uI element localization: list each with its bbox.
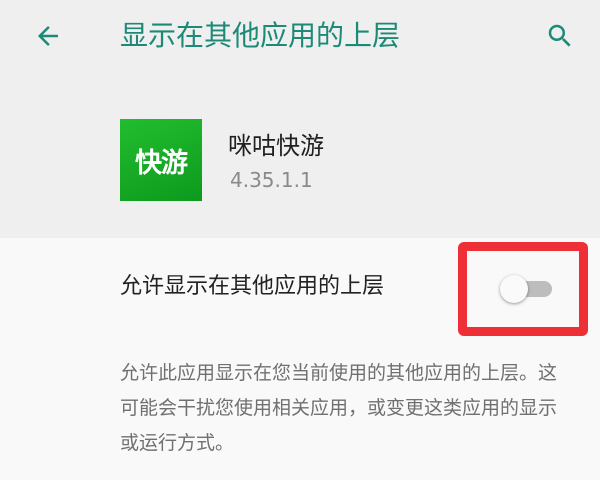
permission-toggle-row[interactable]: 允许显示在其他应用的上层: [0, 238, 600, 336]
search-icon: [548, 24, 571, 47]
app-bar: 显示在其他应用的上层: [0, 0, 600, 76]
page-title: 显示在其他应用的上层: [120, 19, 401, 52]
app-header: 快游 咪咕快游 4.35.1.1: [0, 76, 600, 238]
permission-label: 允许显示在其他应用的上层: [120, 274, 385, 299]
search-button[interactable]: [536, 12, 584, 60]
app-icon: 快游: [120, 119, 202, 201]
arrow-back-icon: [38, 26, 58, 46]
overlay-permission-switch[interactable]: [500, 275, 556, 303]
app-version: 4.35.1.1: [230, 168, 313, 192]
permission-section: 允许显示在其他应用的上层 允许此应用显示在您当前使用的其他应用的上层。这可能会干…: [0, 238, 600, 480]
app-icon-label: 快游: [135, 147, 188, 179]
back-button[interactable]: [24, 12, 72, 60]
permission-description: 允许此应用显示在您当前使用的其他应用的上层。这可能会干扰您使用相关应用，或变更这…: [120, 362, 558, 454]
app-name: 咪咕快游: [228, 132, 324, 160]
switch-thumb: [500, 275, 528, 303]
